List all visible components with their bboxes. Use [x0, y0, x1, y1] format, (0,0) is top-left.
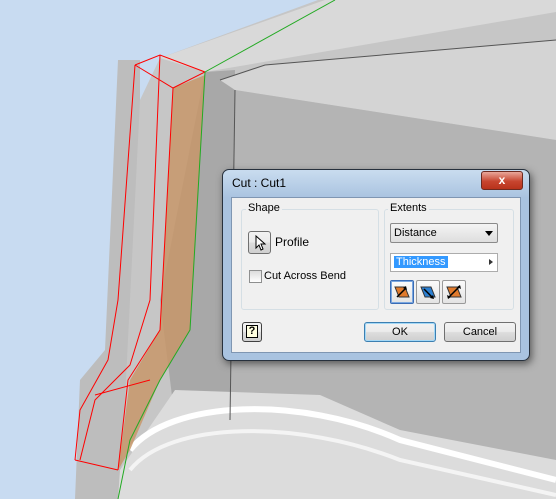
distance-value: Thickness: [394, 256, 448, 268]
symmetric-icon: [446, 285, 462, 299]
direction-2-button[interactable]: [416, 280, 440, 304]
extents-type-dropdown[interactable]: Distance: [390, 223, 498, 243]
direction-1-button[interactable]: [390, 280, 414, 304]
shape-group: [241, 209, 379, 310]
help-icon: ?: [246, 325, 258, 338]
cancel-label: Cancel: [462, 326, 498, 338]
extents-type-value: Distance: [394, 227, 437, 239]
close-icon: x: [498, 173, 506, 187]
cut-across-bend-checkbox[interactable]: [249, 270, 262, 283]
symmetric-button[interactable]: [442, 280, 466, 304]
dialog-body: Shape Profile Cut Across Bend Extents Di…: [231, 197, 521, 353]
ok-label: OK: [392, 326, 408, 338]
distance-input[interactable]: Thickness: [390, 253, 498, 272]
help-button[interactable]: ?: [242, 322, 262, 342]
cut-dialog: Cut : Cut1 x Shape Profile Cut Across Be…: [222, 169, 530, 361]
cursor-arrow-icon: [255, 234, 267, 251]
profile-select-button[interactable]: [248, 231, 271, 254]
close-button[interactable]: x: [481, 171, 523, 190]
chevron-right-icon[interactable]: [489, 259, 493, 265]
direction-2-icon: [420, 286, 436, 299]
chevron-down-icon: [485, 231, 493, 236]
shape-group-label: Shape: [246, 202, 282, 214]
direction-1-icon: [394, 286, 410, 298]
ok-button[interactable]: OK: [364, 322, 436, 342]
profile-label: Profile: [275, 235, 310, 249]
cancel-button[interactable]: Cancel: [444, 322, 516, 342]
extents-group-label: Extents: [388, 202, 429, 214]
dialog-title: Cut : Cut1: [232, 176, 287, 190]
cut-across-bend-label[interactable]: Cut Across Bend: [264, 270, 346, 282]
